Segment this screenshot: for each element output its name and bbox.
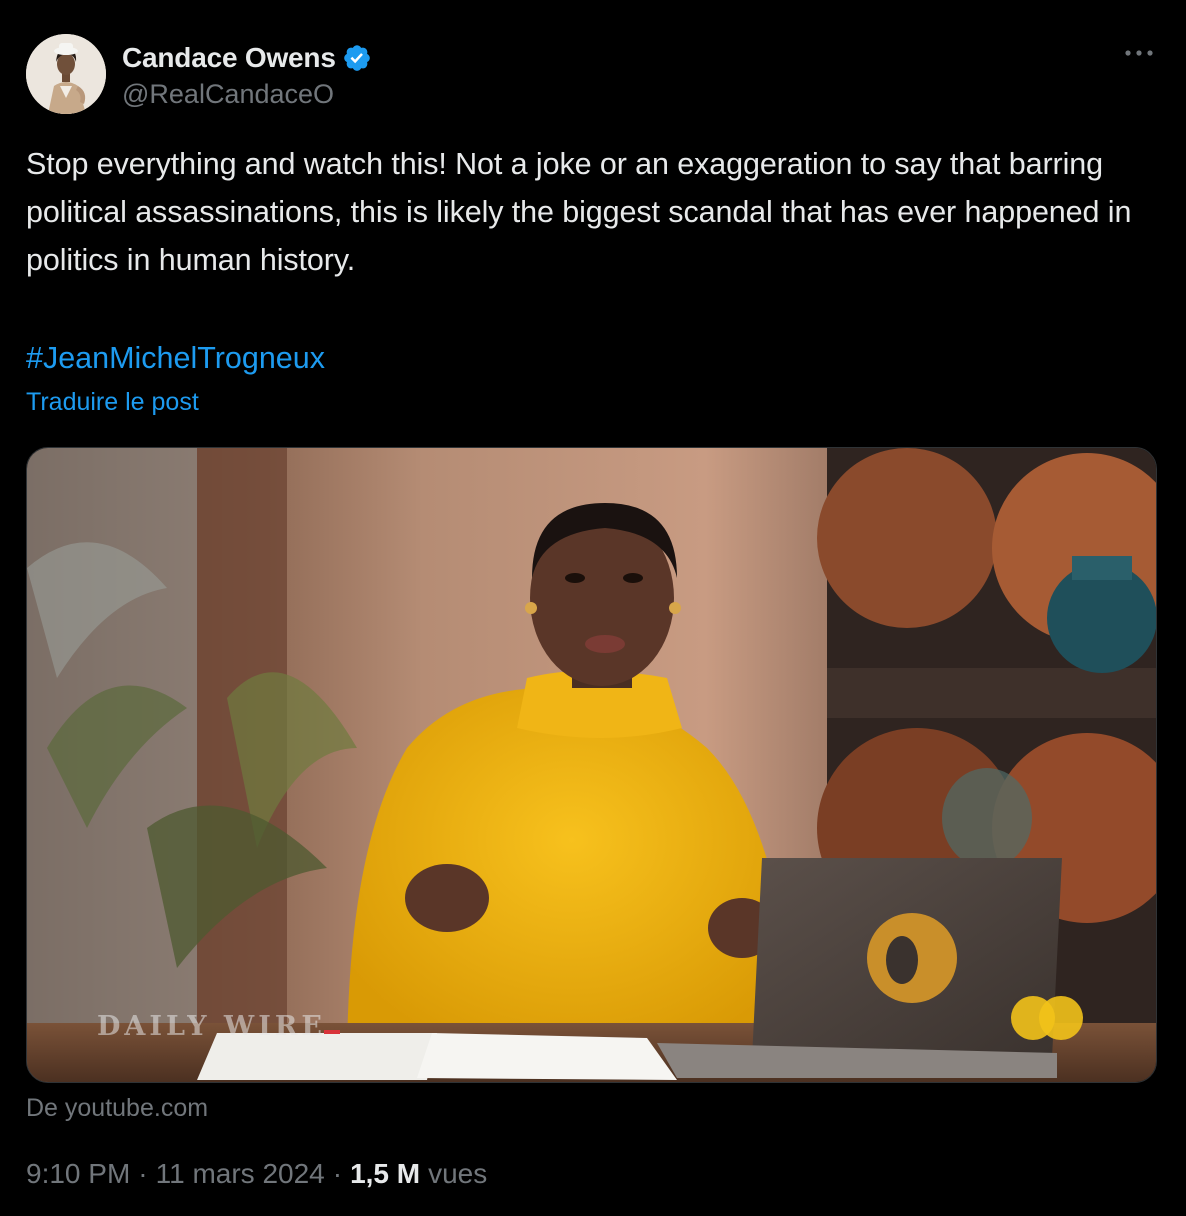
views-count: 1,5 M bbox=[350, 1158, 421, 1189]
tweet-metadata: 9:10 PM · 11 mars 2024 · 1,5 M vues bbox=[26, 1158, 487, 1190]
tweet-time[interactable]: 9:10 PM bbox=[26, 1158, 130, 1190]
author-names: Candace Owens @RealCandaceO bbox=[122, 39, 372, 110]
more-horizontal-icon bbox=[1125, 50, 1153, 56]
translate-post-link[interactable]: Traduire le post bbox=[26, 388, 199, 417]
name-row: Candace Owens bbox=[122, 39, 372, 77]
video-frame-image bbox=[27, 448, 1156, 1082]
more-options-button[interactable] bbox=[1122, 36, 1156, 70]
video-thumbnail[interactable]: DAILY WIRE bbox=[26, 447, 1157, 1083]
video-watermark: DAILY WIRE bbox=[97, 1011, 326, 1042]
verified-badge-icon[interactable] bbox=[342, 43, 372, 73]
author-handle[interactable]: @RealCandaceO bbox=[122, 79, 372, 110]
separator-dot: · bbox=[332, 1158, 343, 1189]
views-label: vues bbox=[428, 1158, 488, 1189]
hashtag-link[interactable]: #JeanMichelTrogneux bbox=[26, 334, 325, 382]
tweet-header: Candace Owens @RealCandaceO bbox=[26, 34, 372, 114]
avatar[interactable] bbox=[26, 34, 106, 114]
media-source-link[interactable]: De youtube.com bbox=[26, 1094, 208, 1123]
tweet-text: Stop everything and watch this! Not a jo… bbox=[26, 147, 1132, 277]
tweet-card: Candace Owens @RealCandaceO Stop everyth… bbox=[0, 0, 1186, 1216]
separator-dot: · bbox=[138, 1158, 148, 1189]
display-name[interactable]: Candace Owens bbox=[122, 42, 336, 74]
profile-photo-icon bbox=[26, 34, 106, 114]
tweet-date[interactable]: 11 mars 2024 bbox=[156, 1158, 325, 1190]
